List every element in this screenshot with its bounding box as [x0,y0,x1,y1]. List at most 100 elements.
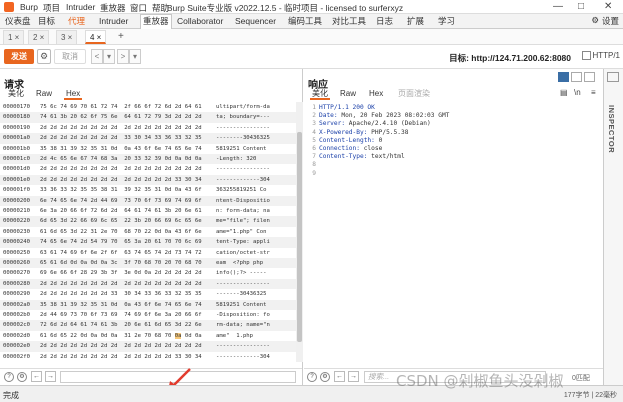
settings-button[interactable]: 设置 [602,15,619,27]
hex-bytes[interactable]: 33 36 33 32 35 35 38 31 39 32 35 31 0d 0… [40,185,202,195]
repeater-tab-1[interactable]: 1 × [3,30,25,44]
inspector-sidebar[interactable]: INSPECTOR [604,69,623,385]
send-button[interactable]: 发送 [4,49,34,64]
target-label[interactable]: 目标: http://124.71.200.62:8080 [449,52,571,64]
hex-bytes[interactable]: 63 61 74 69 6f 6e 2f 6f 63 74 65 74 2d 7… [40,248,202,258]
help-icon[interactable]: ? [4,372,14,382]
hex-ascii[interactable]: ame="1.php" Con [216,227,267,237]
hex-ascii[interactable]: eam <?php php [216,258,263,268]
repeater-tab-4[interactable]: 4 × [85,30,107,44]
newline-toggle-icon[interactable]: \n [574,88,581,97]
hex-bytes[interactable]: 2d 2d 2d 2d 2d 2d 2d 2d 2d 2d 2d 2d 2d 2… [40,164,202,174]
settings-gear-icon[interactable]: ⚙ [591,15,599,26]
hex-row[interactable]: 00000250 63 61 74 69 6f 6e 2f 6f 63 74 65… [0,248,296,258]
hex-row[interactable]: 000001f0 33 36 33 32 35 35 38 31 39 32 35… [0,185,296,195]
menu-project[interactable]: 项目 [43,2,60,14]
prev-button[interactable]: < [91,49,103,64]
hex-ascii[interactable]: -Disposition: fo [216,310,270,320]
menu-intruder[interactable]: Intruder [66,2,95,12]
hex-bytes[interactable]: 72 6d 2d 64 61 74 61 3b 20 6e 61 6d 65 3… [40,320,202,330]
edit-target-icon[interactable] [582,51,591,60]
response-editor[interactable]: 1 HTTP/1.1 200 OK 2 Date: Mon, 20 Feb 2023 … [304,102,604,362]
hex-bytes[interactable]: 61 6d 65 22 0d 0a 0d 0a 31 2e 70 68 70 0… [40,331,202,341]
response-tab-0[interactable]: 美化 [310,88,330,100]
tool-tab-0[interactable]: 仪表盘 [3,15,33,28]
add-tab-button[interactable]: + [114,30,128,44]
hex-bytes[interactable]: 2d 2d 2d 2d 2d 2d 2d 2d 2d 2d 2d 2d 2d 2… [40,341,202,351]
http-version-selector[interactable]: HTTP/1 [592,51,620,60]
hex-bytes[interactable]: 2d 2d 2d 2d 2d 2d 2d 2d 2d 2d 2d 2d 2d 2… [40,279,202,289]
menu-icon[interactable]: ≡ [591,88,596,97]
hex-row[interactable]: 00000170 75 6c 74 69 70 61 72 74 2f 66 6f… [0,102,296,112]
next-menu-button[interactable]: ▾ [129,49,141,64]
tool-tab-5[interactable]: Collaborator [175,15,225,28]
search-prev-button[interactable]: ← [334,371,345,382]
layout-split-vertical-button[interactable] [558,72,569,82]
tool-tab-10[interactable]: 扩展 [405,15,426,28]
hex-bytes[interactable]: 69 6e 66 6f 28 29 3b 3f 3e 0d 0a 2d 2d 2… [40,268,202,278]
tool-tab-7[interactable]: 编码工具 [286,15,324,28]
hex-row[interactable]: 000002d0 61 6d 65 22 0d 0a 0d 0a 31 2e 70… [0,331,296,341]
repeater-tab-2[interactable]: 2 × [28,30,50,44]
hex-row[interactable]: 00000240 74 65 6e 74 2d 54 79 70 65 3a 20… [0,237,296,248]
layout-tabs-button[interactable] [584,72,595,82]
request-tab-1[interactable]: Raw [34,88,54,100]
tool-tab-4[interactable]: 重放器 [140,14,172,29]
hex-ascii[interactable]: -------------304 [216,175,270,185]
hex-bytes[interactable]: 74 61 3b 20 62 6f 75 6e 64 61 72 79 3d 2… [40,112,202,122]
hex-row[interactable]: 00000270 69 6e 66 6f 28 29 3b 3f 3e 0d 0a… [0,268,296,278]
hex-ascii[interactable]: -------------304 [216,352,270,362]
hex-row[interactable]: 000001b0 35 38 31 39 32 35 31 0d 0a 43 6f… [0,144,296,154]
tool-tab-2[interactable]: 代理 [66,15,87,28]
hex-bytes[interactable]: 61 6d 65 3d 22 31 2e 70 68 70 22 0d 0a 4… [40,227,202,237]
hex-bytes[interactable]: 2d 2d 2d 2d 2d 2d 2d 33 30 34 33 36 33 3… [40,289,202,299]
hex-ascii[interactable]: tent-Type: appli [216,237,270,247]
hex-ascii[interactable]: ta; boundary=--- [216,112,270,122]
hex-bytes[interactable]: 35 38 31 39 32 35 31 0d 0a 43 6f 6e 74 6… [40,300,202,310]
hex-bytes[interactable]: 2d 4c 65 6e 67 74 68 3a 20 33 32 39 0d 0… [40,154,202,164]
hex-row[interactable]: 000001c0 2d 4c 65 6e 67 74 68 3a 20 33 32… [0,154,296,165]
hex-ascii[interactable]: -Length: 320 [216,154,256,164]
hex-bytes[interactable]: 6e 3a 20 66 6f 72 6d 2d 64 61 74 61 3b 2… [40,206,202,216]
hex-bytes[interactable]: 2d 2d 2d 2d 2d 2d 2d 2d 2d 2d 2d 2d 2d 3… [40,175,202,185]
hex-row[interactable]: 000002e0 2d 2d 2d 2d 2d 2d 2d 2d 2d 2d 2d… [0,341,296,352]
hex-row[interactable]: 00000260 65 61 6d 0d 0a 0d 0a 3c 3f 70 68… [0,258,296,269]
cancel-button[interactable]: 取消 [54,49,86,64]
hex-ascii[interactable]: ---------------- [216,341,270,351]
hex-row[interactable]: 000001d0 2d 2d 2d 2d 2d 2d 2d 2d 2d 2d 2d… [0,164,296,174]
hex-bytes[interactable]: 65 61 6d 0d 0a 0d 0a 3c 3f 70 68 70 20 7… [40,258,202,268]
hex-bytes[interactable]: 2d 2d 2d 2d 2d 2d 2d 2d 33 30 34 33 36 3… [40,133,202,143]
hex-row[interactable]: 00000290 2d 2d 2d 2d 2d 2d 2d 33 30 34 33… [0,289,296,299]
response-tab-1[interactable]: Raw [338,88,358,100]
menu-burp[interactable]: Burp [20,2,38,12]
hex-ascii[interactable]: ame" 1.php [216,331,253,341]
next-button[interactable]: > [117,49,129,64]
response-tab-3[interactable]: 页面渲染 [396,88,432,100]
scrollbar-thumb[interactable] [297,132,302,342]
hex-ascii[interactable]: 5819251 Content [216,144,267,154]
hex-bytes[interactable]: 35 38 31 39 32 35 31 0d 0a 43 6f 6e 74 6… [40,144,202,154]
hex-ascii[interactable]: n: form-data; na [216,206,270,216]
tool-tab-9[interactable]: 日志 [374,15,395,28]
hex-bytes[interactable]: 6e 74 65 6e 74 2d 44 69 73 70 6f 73 69 7… [40,196,202,206]
hex-ascii[interactable]: -------30436325 [216,289,267,299]
search-next-button[interactable]: → [348,371,359,382]
tool-tab-11[interactable]: 学习 [436,15,457,28]
hex-row[interactable]: 000002a0 35 38 31 39 32 35 31 0d 0a 43 6f… [0,299,296,310]
gear-icon[interactable]: ⚙ [37,49,51,64]
hex-row[interactable]: 000001e0 2d 2d 2d 2d 2d 2d 2d 2d 2d 2d 2d… [0,174,296,186]
close-window-button[interactable]: ✕ [604,1,612,12]
request-scrollbar[interactable] [296,102,303,362]
hex-ascii[interactable]: ---------------- [216,279,270,289]
hex-ascii[interactable]: ntent-Dispositio [216,196,270,206]
search-next-button[interactable]: → [45,371,56,382]
hex-bytes[interactable]: 2d 2d 2d 2d 2d 2d 2d 2d 2d 2d 2d 2d 2d 3… [40,352,202,362]
hex-row[interactable]: 00000190 2d 2d 2d 2d 2d 2d 2d 2d 2d 2d 2d… [0,123,296,133]
hex-ascii[interactable]: ---------------- [216,164,270,174]
hex-row[interactable]: 00000230 61 6d 65 3d 22 31 2e 70 68 70 22… [0,227,296,237]
hex-row[interactable]: 00000210 6e 3a 20 66 6f 72 6d 2d 64 61 74… [0,206,296,216]
hex-row[interactable]: 000002f0 2d 2d 2d 2d 2d 2d 2d 2d 2d 2d 2d… [0,352,296,362]
hex-ascii[interactable]: 5819251 Content [216,300,267,310]
prev-menu-button[interactable]: ▾ [103,49,115,64]
hex-bytes[interactable]: 74 65 6e 74 2d 54 79 70 65 3a 20 61 70 7… [40,237,202,247]
